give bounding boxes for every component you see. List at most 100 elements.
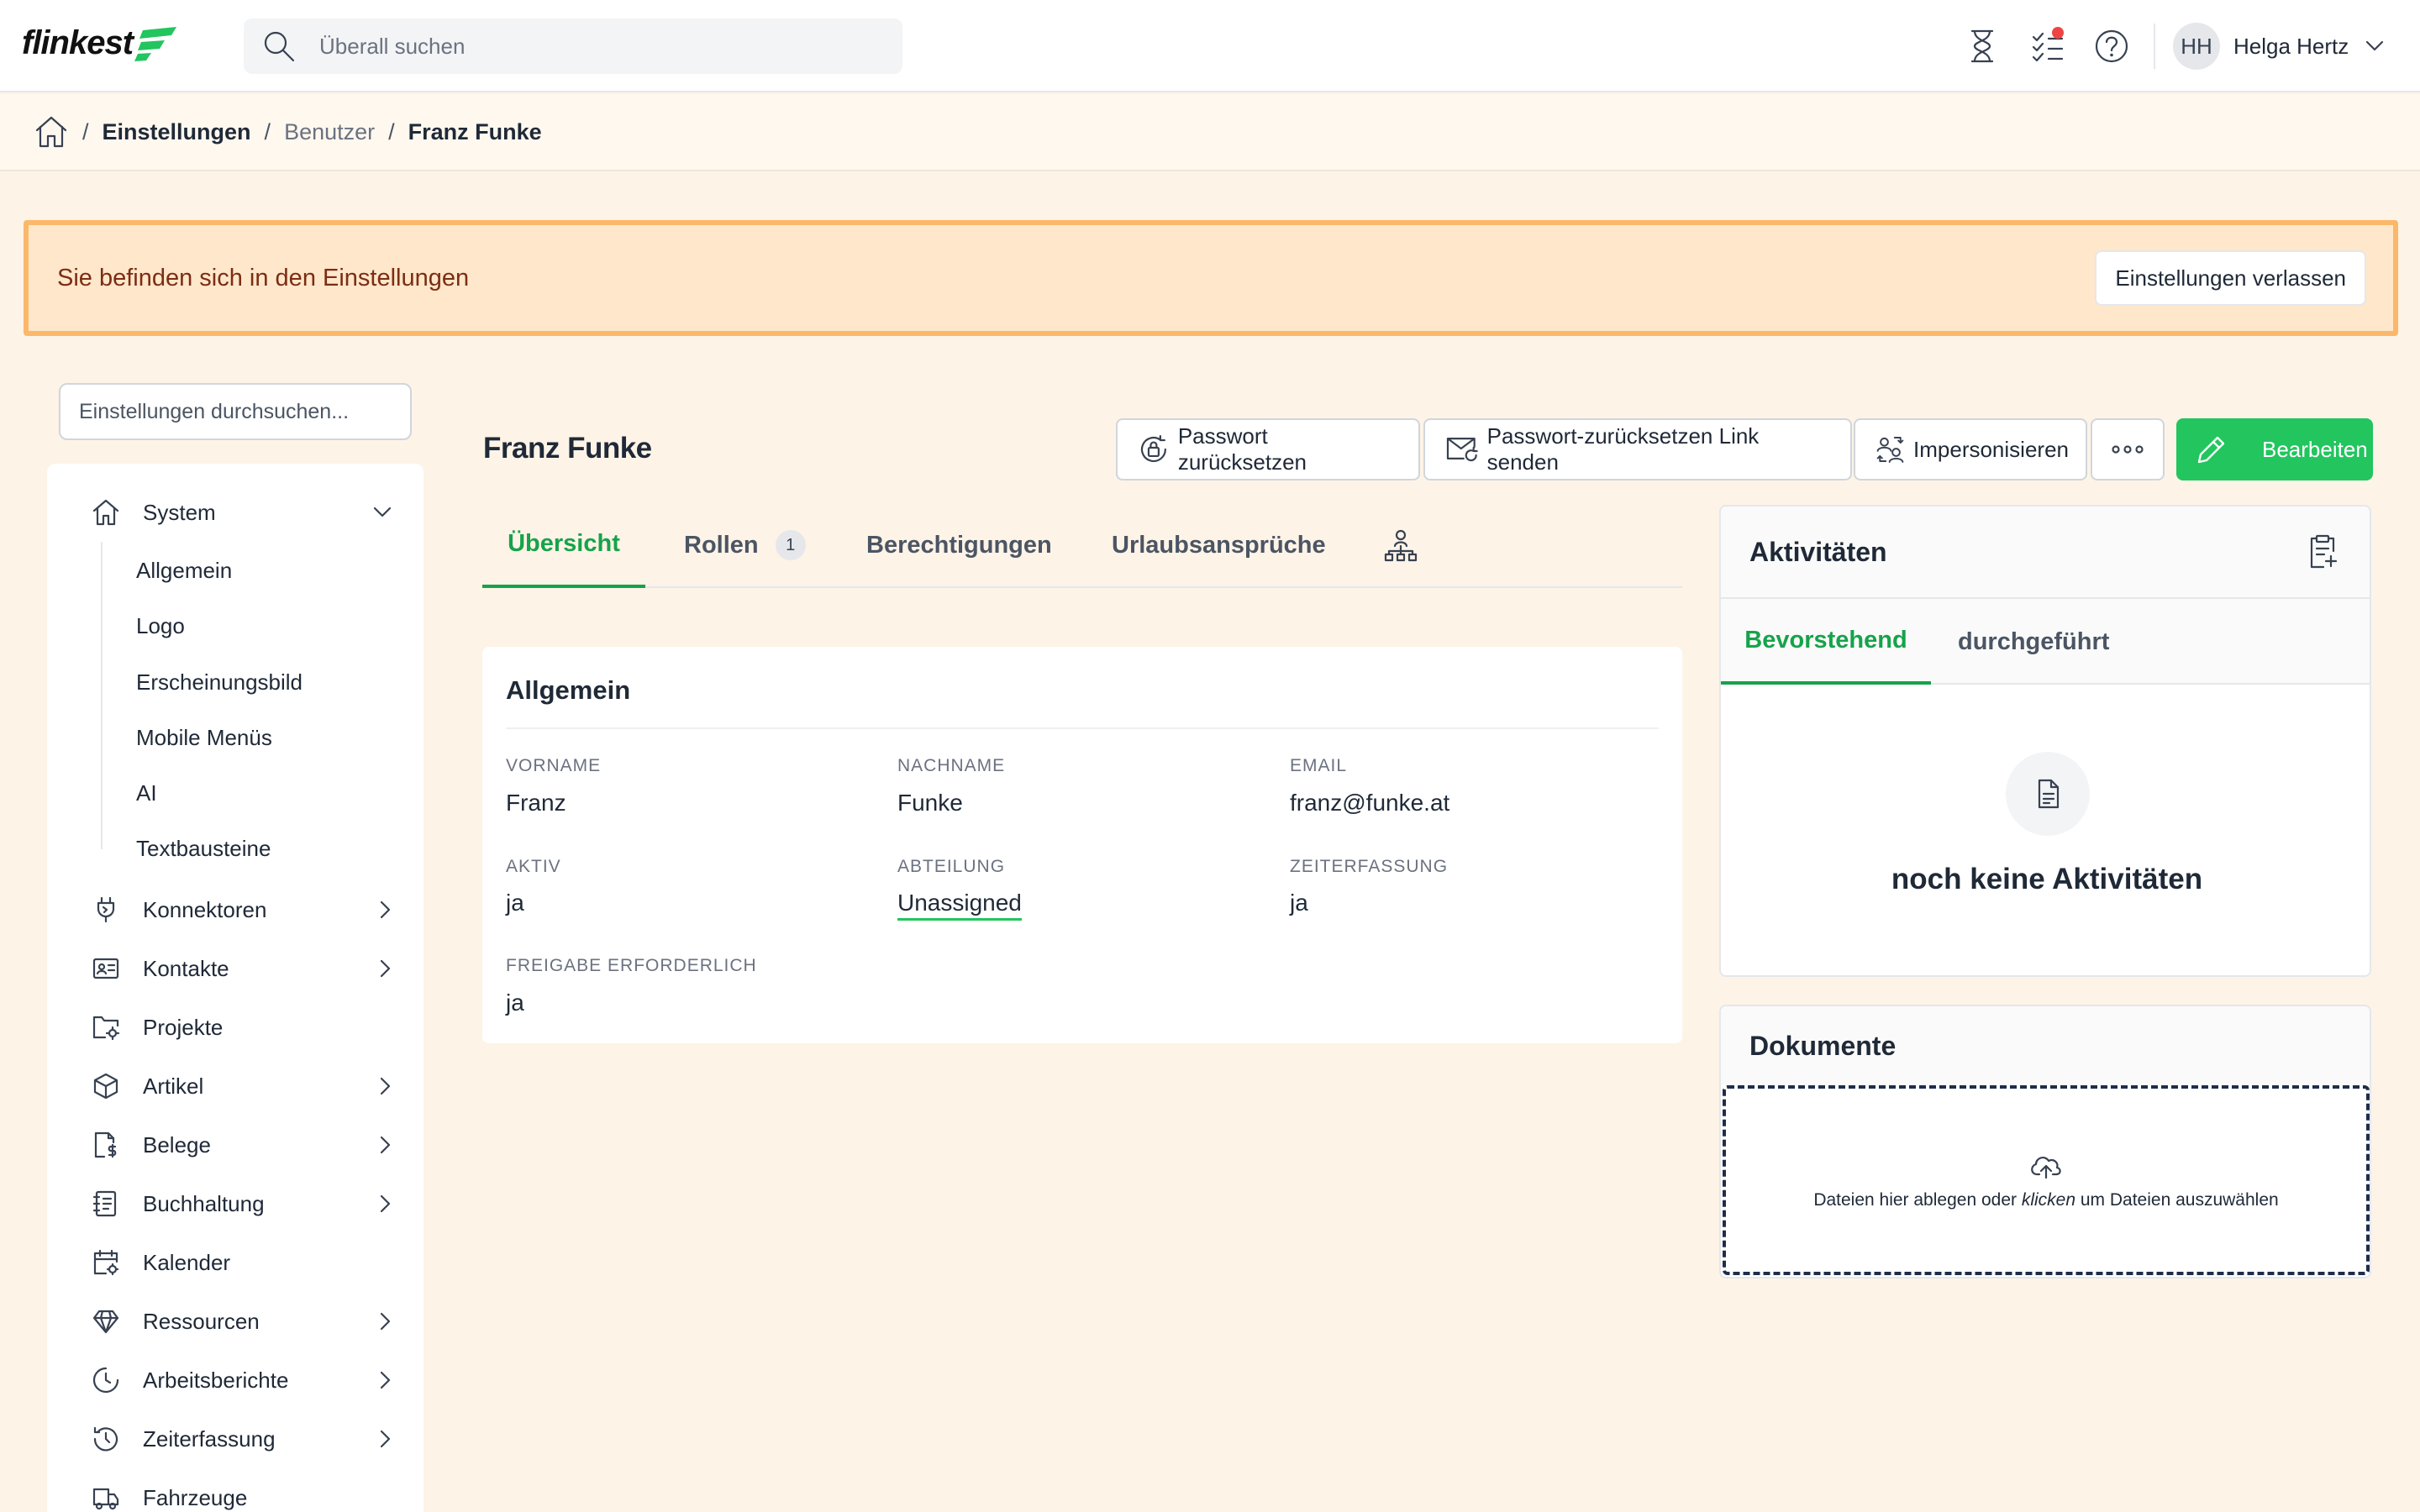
approval-label: FREIGABE ERFORDERLICH	[506, 956, 757, 975]
receipt-icon	[94, 1131, 117, 1158]
home-icon	[92, 499, 119, 526]
tab-vacation-label: Urlaubsansprüche	[1112, 531, 1326, 559]
edit-button[interactable]: Bearbeiten	[2176, 418, 2373, 480]
chevron-right-icon	[380, 1194, 391, 1213]
dropzone-click-link[interactable]: klicken	[2022, 1190, 2075, 1210]
time-tracking-value: ja	[1290, 890, 1308, 916]
dropzone-text-b: um Dateien auszuwählen	[2075, 1190, 2279, 1210]
home-icon[interactable]	[34, 114, 69, 150]
sidebar-item-label: Konnektoren	[143, 896, 267, 922]
reset-password-button[interactable]: Passwort zurücksetzen	[1116, 418, 1420, 480]
activities-tabs: Bevorstehend durchgeführt	[1721, 599, 2370, 685]
email-value: franz@funke.at	[1290, 790, 1450, 816]
lock-reset-icon	[1140, 434, 1166, 463]
ledger-icon	[92, 1190, 117, 1217]
last-name-label: NACHNAME	[897, 756, 1006, 775]
activities-card: Aktivitäten Bevorstehend durchgeführt no…	[1719, 505, 2371, 977]
department-link[interactable]: Unassigned	[897, 890, 1022, 921]
mail-reset-icon	[1446, 438, 1478, 462]
sidebar-item-fahrzeuge[interactable]: Fahrzeuge	[89, 1474, 392, 1512]
settings-search-input[interactable]	[59, 383, 412, 440]
breadcrumb-einstellungen[interactable]: Einstellungen	[103, 119, 251, 145]
more-actions-button[interactable]	[2091, 418, 2165, 480]
sidebar-item-artikel[interactable]: Artikel	[89, 1063, 392, 1110]
edit-label: Bearbeiten	[2262, 436, 2368, 462]
sidebar-item-label: Buchhaltung	[143, 1190, 265, 1216]
send-reset-link-button[interactable]: Passwort-zurücksetzen Link senden	[1423, 418, 1852, 480]
chevron-right-icon	[380, 1312, 391, 1331]
help-button[interactable]	[2089, 24, 2134, 69]
chevron-right-icon	[380, 959, 391, 978]
sidebar-subitem-allgemein[interactable]: Allgemein	[136, 558, 232, 584]
pencil-icon	[2197, 436, 2225, 464]
tab-permissions[interactable]: Berechtigungen	[866, 502, 1052, 588]
tab-overview-label: Übersicht	[508, 529, 620, 557]
sidebar-item-kontakte[interactable]: Kontakte	[89, 945, 392, 992]
sidebar-item-ressourcen[interactable]: Ressourcen	[89, 1298, 392, 1345]
sidebar-subitem-erscheinungsbild[interactable]: Erscheinungsbild	[136, 669, 302, 696]
send-reset-link-label: Passwort-zurücksetzen Link senden	[1486, 423, 1760, 475]
logo[interactable]: flinkest	[22, 24, 178, 62]
notification-dot	[2052, 27, 2064, 39]
user-menu[interactable]: HH Helga Hertz	[2173, 23, 2384, 70]
add-task-icon[interactable]	[2306, 534, 2339, 570]
sidebar-item-zeiterfassung[interactable]: Zeiterfassung	[89, 1415, 392, 1462]
breadcrumb-separator: /	[264, 118, 271, 144]
plug-icon	[97, 896, 115, 923]
impersonate-button[interactable]: Impersonisieren	[1854, 418, 2087, 480]
sidebar-item-arbeitsberichte[interactable]: Arbeitsberichte	[89, 1357, 392, 1404]
clock-icon	[92, 1367, 119, 1394]
tab-upcoming[interactable]: Bevorstehend	[1721, 599, 1931, 685]
sidebar-item-label: Projekte	[143, 1014, 224, 1040]
global-search[interactable]	[244, 18, 902, 74]
sidebar-item-belege[interactable]: Belege	[89, 1121, 392, 1168]
sidebar-subitem-mobile-menus[interactable]: Mobile Menüs	[136, 725, 272, 751]
divider	[506, 727, 1659, 729]
leave-settings-button[interactable]: Einstellungen verlassen	[2095, 250, 2366, 306]
sidebar-item-buchhaltung[interactable]: Buchhaltung	[89, 1180, 392, 1227]
tasks-button[interactable]	[2025, 24, 2070, 69]
sidebar-item-konnektoren[interactable]: Konnektoren	[89, 886, 392, 933]
breadcrumb-benutzer[interactable]: Benutzer	[284, 119, 375, 145]
diamond-icon	[92, 1310, 119, 1334]
document-icon	[2038, 779, 2060, 809]
tab-vacation[interactable]: Urlaubsansprüche	[1112, 502, 1326, 588]
time-tracking-label: ZEITERFASSUNG	[1290, 857, 1449, 876]
active-value: ja	[506, 890, 524, 916]
page-title: Franz Funke	[483, 432, 652, 465]
logo-text: flinkest	[22, 24, 134, 61]
avatar: HH	[2173, 23, 2220, 70]
approval-value: ja	[506, 990, 524, 1016]
sidebar-subitem-ai[interactable]: AI	[136, 780, 157, 806]
search-icon	[264, 31, 295, 62]
breadcrumb-separator: /	[82, 118, 89, 144]
sidebar-item-kalender[interactable]: Kalender	[89, 1239, 392, 1286]
general-card: Allgemein VORNAME Franz NACHNAME Funke E…	[482, 647, 1682, 1043]
tab-completed[interactable]: durchgeführt	[1958, 599, 2109, 685]
tab-completed-label: durchgeführt	[1958, 627, 2110, 655]
truck-icon	[92, 1488, 119, 1510]
activities-title: Aktivitäten	[1749, 536, 1887, 567]
first-name-label: VORNAME	[506, 756, 602, 775]
reset-password-label: Passwort zurücksetzen	[1177, 423, 1307, 475]
top-bar: flinkest HH Helga Hertz	[0, 0, 2420, 92]
sidebar-item-projekte[interactable]: Projekte	[89, 1004, 392, 1051]
help-icon	[2095, 29, 2128, 63]
file-dropzone[interactable]: Dateien hier ablegen oder klicken um Dat…	[1723, 1085, 2370, 1275]
tab-roles[interactable]: Rollen 1	[684, 502, 806, 588]
more-horizontal-icon	[2112, 445, 2144, 454]
hourglass-button[interactable]	[1960, 24, 2005, 69]
sidebar-subitem-textbausteine[interactable]: Textbausteine	[136, 836, 271, 862]
sidebar-subitem-logo[interactable]: Logo	[136, 613, 185, 639]
breadcrumb: / Einstellungen / Benutzer / Franz Funke	[0, 94, 2420, 171]
calendar-icon	[93, 1249, 119, 1276]
dropzone-text-a: Dateien hier ablegen oder	[1813, 1190, 2022, 1210]
tab-overview[interactable]: Übersicht	[482, 502, 645, 588]
cloud-upload-icon	[2031, 1156, 2061, 1179]
tab-org-chart[interactable]	[1383, 502, 1418, 588]
sidebar-item-system[interactable]: System	[89, 489, 392, 536]
org-chart-icon	[1384, 529, 1418, 562]
tab-roles-label: Rollen	[684, 531, 759, 559]
sidebar-item-label: System	[143, 499, 216, 525]
global-search-input[interactable]	[319, 33, 865, 60]
